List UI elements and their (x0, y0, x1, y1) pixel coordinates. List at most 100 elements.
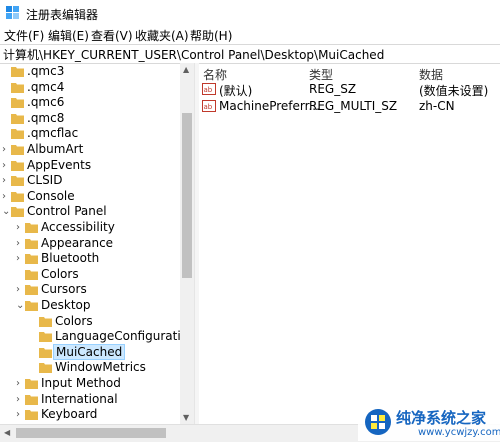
tree-item-label: .qmc4 (27, 79, 65, 94)
chevron-right-icon[interactable]: › (2, 176, 11, 186)
tree-item[interactable]: .qmc4 (0, 80, 180, 96)
tree-item[interactable]: .qmc3 (0, 64, 180, 80)
tree-item[interactable]: WindowMetrics (0, 360, 180, 376)
tree-item-label: WindowMetrics (55, 360, 146, 375)
scroll-up-arrow-icon[interactable]: ▲ (183, 65, 189, 74)
tree-item-label: Colors (55, 313, 93, 328)
chevron-right-icon[interactable]: › (16, 238, 25, 248)
tree-vertical-scrollbar[interactable]: ▲ ▼ (180, 63, 194, 424)
registry-editor-icon (6, 6, 19, 19)
scroll-thumb[interactable] (182, 113, 192, 278)
watermark-logo-icon (365, 409, 391, 435)
registry-tree[interactable]: .qmc3 .qmc4 .qmc6 .qmc8 .qmcflac › AlbumArt › Ap… (0, 63, 180, 423)
tree-item[interactable]: › Appearance (0, 236, 180, 252)
horizontal-scroll-thumb[interactable] (16, 428, 166, 438)
chevron-right-icon[interactable]: › (16, 223, 25, 233)
folder-icon (39, 347, 52, 358)
tree-item-label: .qmc3 (27, 64, 65, 78)
tree-item-label: Keyboard (41, 407, 98, 422)
folder-icon (39, 332, 52, 343)
address-bar[interactable]: 计算机\HKEY_CURRENT_USER\Control Panel\Desk… (0, 44, 500, 64)
tree-item[interactable]: › International (0, 392, 180, 408)
tree-item[interactable]: LanguageConfiguration (0, 329, 180, 345)
menu-file[interactable]: 文件(F) (4, 27, 44, 44)
tree-item-label: AppEvents (27, 157, 92, 172)
tree-item[interactable]: .qmc6 (0, 95, 180, 111)
chevron-right-icon[interactable]: › (16, 410, 25, 420)
chevron-right-icon[interactable]: › (2, 160, 11, 170)
folder-icon (25, 410, 38, 421)
menu-favorites[interactable]: 收藏夹(A) (135, 27, 189, 44)
tree-item-label: International (41, 391, 118, 406)
folder-icon (11, 191, 24, 202)
tree-item[interactable]: › Console (0, 189, 180, 205)
folder-icon (11, 176, 24, 187)
values-list[interactable]: 名称 类型 数据 ab (默认) REG_SZ (数值未设置) ab Machi… (199, 63, 500, 424)
string-value-icon: ab (202, 83, 216, 95)
folder-icon (25, 379, 38, 389)
tree-item[interactable]: › AppEvents (0, 158, 180, 174)
menu-edit[interactable]: 编辑(E) (48, 27, 89, 44)
tree-item-label: AlbumArt (27, 142, 84, 156)
chevron-down-icon[interactable]: ⌄ (2, 207, 11, 217)
tree-item[interactable]: .qmc8 (0, 111, 180, 127)
folder-icon (25, 285, 38, 296)
watermark-text: 纯净系统之家 (396, 409, 487, 427)
tree-item-label: Cursors (41, 282, 87, 297)
scroll-left-arrow-icon[interactable]: ◀ (4, 428, 10, 437)
value-row[interactable]: ab MachinePreferr... REG_MULTI_SZ zh-CN (199, 98, 500, 115)
folder-icon (39, 316, 52, 327)
tree-item[interactable]: Colors (0, 267, 180, 283)
menu-help[interactable]: 帮助(H) (190, 27, 232, 44)
watermark: 纯净系统之家 www.ycwjzy.com (358, 405, 500, 441)
chevron-right-icon[interactable]: › (16, 379, 25, 389)
tree-item[interactable]: ⌄ Desktop (0, 298, 180, 314)
tree-item-label: .qmc6 (27, 95, 65, 110)
tree-item[interactable]: › CLSID (0, 173, 180, 189)
string-value-icon: ab (202, 100, 216, 112)
scroll-down-arrow-icon[interactable]: ▼ (183, 413, 189, 422)
tree-item-label: .qmcflac (27, 126, 79, 141)
value-row[interactable]: ab (默认) REG_SZ (数值未设置) (199, 81, 500, 98)
value-name: MachinePreferr... (219, 99, 320, 113)
chevron-right-icon[interactable]: › (16, 394, 25, 404)
address-path[interactable]: 计算机\HKEY_CURRENT_USER\Control Panel\Desk… (3, 46, 384, 63)
chevron-right-icon[interactable]: › (2, 191, 11, 201)
menu-view[interactable]: 查看(V) (91, 27, 133, 44)
folder-icon (11, 160, 24, 171)
folder-icon (25, 223, 38, 233)
watermark-url: www.ycwjzy.com (418, 427, 500, 438)
tree-item-label: Control Panel (27, 204, 107, 219)
chevron-down-icon[interactable]: ⌄ (16, 301, 25, 311)
tree-item-label: Colors (41, 266, 79, 281)
title-bar: 注册表编辑器 (0, 0, 500, 26)
tree-item[interactable]: ⌄ Control Panel (0, 204, 180, 220)
folder-icon (11, 207, 24, 218)
folder-icon (11, 67, 24, 77)
tree-item[interactable]: › AlbumArt (0, 142, 180, 158)
folder-icon (25, 254, 38, 265)
tree-item[interactable]: › Cursors (0, 282, 180, 298)
value-data: zh-CN (419, 99, 455, 113)
svg-text:ab: ab (204, 86, 213, 94)
tree-item-label: MuiCached (53, 343, 126, 360)
tree-item[interactable]: › Bluetooth (0, 251, 180, 267)
tree-item-label: Bluetooth (41, 251, 100, 266)
chevron-right-icon[interactable]: › (16, 254, 25, 264)
folder-icon (25, 238, 38, 249)
tree-item[interactable]: › Accessibility (0, 220, 180, 236)
tree-item[interactable]: › Keyboard (0, 407, 180, 423)
tree-item[interactable]: › Input Method (0, 376, 180, 392)
tree-item[interactable]: MuiCached (0, 343, 180, 361)
folder-icon (25, 301, 38, 311)
chevron-right-icon[interactable]: › (2, 145, 11, 155)
folder-icon (11, 113, 24, 124)
tree-item[interactable]: .qmcflac (0, 126, 180, 142)
list-header: 名称 类型 数据 (199, 63, 500, 82)
tree-item[interactable]: Colors (0, 314, 180, 330)
svg-text:ab: ab (204, 103, 213, 111)
chevron-right-icon[interactable]: › (16, 285, 25, 295)
folder-icon (11, 145, 24, 155)
window-title: 注册表编辑器 (26, 8, 99, 22)
folder-icon (25, 269, 38, 280)
